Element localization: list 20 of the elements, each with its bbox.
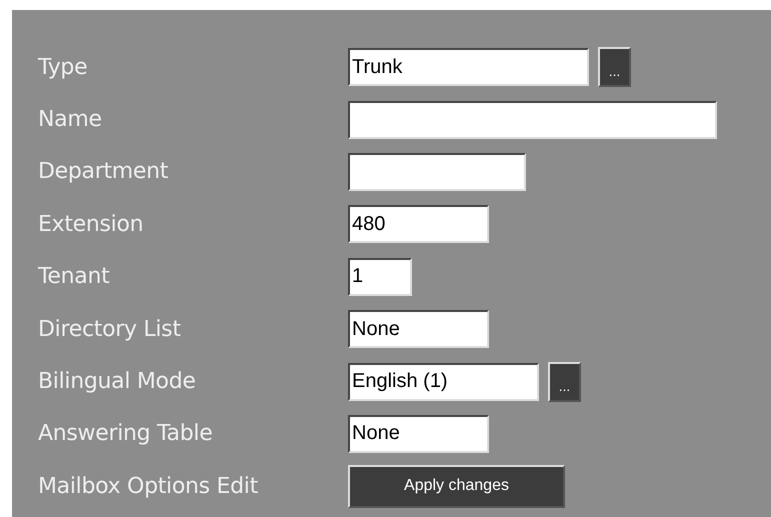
field-label: Tenant (37, 263, 110, 292)
field-label: Department (37, 158, 170, 186)
field-label: Type (37, 54, 88, 82)
field-label: Bilingual Mode (37, 368, 197, 396)
field-label: Answering Table (37, 420, 214, 448)
text-field[interactable] (348, 152, 526, 191)
text-field[interactable]: 480 (348, 205, 489, 244)
apply-button[interactable]: Apply changes (348, 464, 565, 508)
field-label: Directory List (37, 316, 182, 344)
text-field[interactable] (348, 100, 717, 139)
text-field[interactable]: None (348, 414, 489, 453)
text-field[interactable]: 1 (348, 258, 412, 296)
browse-button[interactable]: ... (598, 47, 631, 88)
text-field[interactable]: None (348, 310, 489, 348)
field-label: Mailbox Options Edit (37, 472, 259, 501)
field-label: Name (37, 106, 103, 134)
text-field[interactable]: Trunk (348, 48, 589, 86)
field-label: Extension (37, 210, 144, 239)
text-field[interactable]: English (1) (348, 362, 539, 401)
browse-button[interactable]: ... (548, 362, 581, 402)
